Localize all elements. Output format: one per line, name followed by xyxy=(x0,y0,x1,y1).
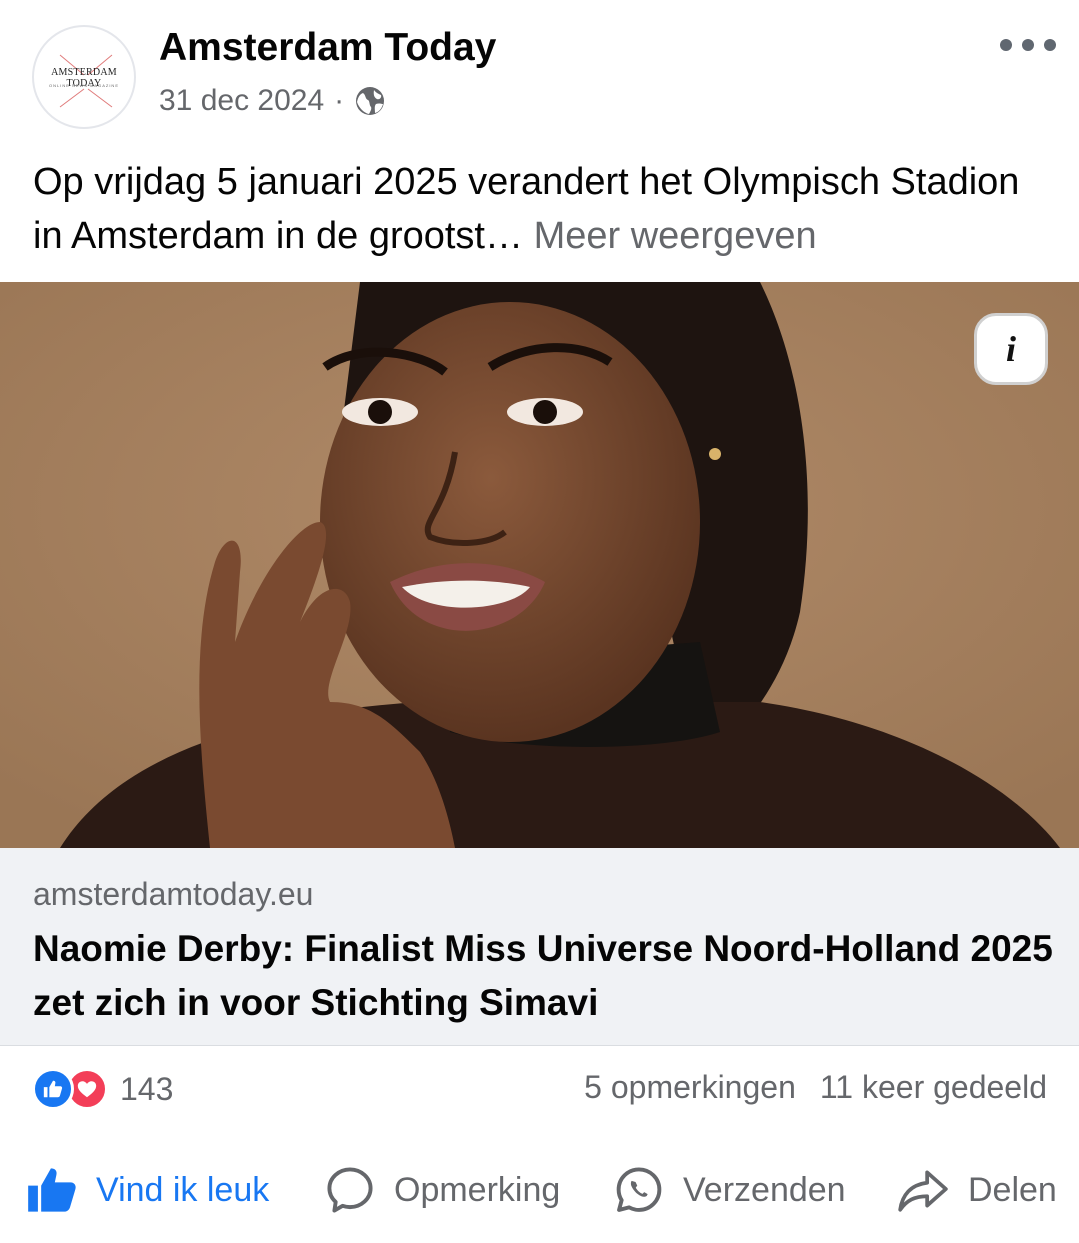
more-options-icon[interactable] xyxy=(1000,30,1056,60)
comment-button[interactable]: Opmerking xyxy=(324,1150,560,1230)
post-image[interactable] xyxy=(0,282,1079,848)
link-domain: amsterdamtoday.eu xyxy=(33,876,314,912)
reaction-count: 143 xyxy=(120,1070,174,1107)
post-meta: 31 dec 2024 · xyxy=(159,84,386,118)
send-button[interactable]: Verzenden xyxy=(613,1150,846,1230)
post-text: Op vrijdag 5 januari 2025 verandert het … xyxy=(33,155,1053,263)
avatar-logo-subtext: ONLINE NEWS MAGAZINE xyxy=(48,83,119,88)
divider xyxy=(0,1045,1079,1046)
comment-icon xyxy=(327,1167,373,1213)
share-label: Delen xyxy=(968,1170,1057,1209)
link-title[interactable]: Naomie Derby: Finalist Miss Universe Noo… xyxy=(33,922,1063,1030)
post-date[interactable]: 31 dec 2024 xyxy=(159,84,324,118)
reactions-summary[interactable]: 143 xyxy=(32,1067,173,1111)
engagement-stats: 5 opmerkingen 11 keer gedeeld xyxy=(584,1069,1047,1106)
share-icon xyxy=(898,1170,948,1212)
thumbs-up-icon xyxy=(28,1168,76,1212)
info-button[interactable]: i xyxy=(974,313,1048,385)
meta-separator: · xyxy=(334,84,345,117)
post-header: AMSTERDAM TODAY ONLINE NEWS MAGAZINE Ams… xyxy=(0,0,1079,150)
globe-icon xyxy=(356,87,385,115)
comment-count[interactable]: 5 opmerkingen xyxy=(584,1069,796,1106)
like-button[interactable]: Vind ik leuk xyxy=(26,1150,269,1230)
portrait-illustration xyxy=(0,282,1079,848)
like-label: Vind ik leuk xyxy=(96,1170,270,1209)
like-reaction-icon xyxy=(32,1068,74,1110)
see-more-link[interactable]: Meer weergeven xyxy=(534,215,817,257)
whatsapp-icon xyxy=(616,1167,662,1212)
post-body: Op vrijdag 5 januari 2025 verandert het … xyxy=(33,161,1020,257)
comment-label: Opmerking xyxy=(394,1170,561,1209)
share-button[interactable]: Delen xyxy=(896,1150,1057,1230)
action-bar: Vind ik leuk Opmerking Verzenden Delen xyxy=(0,1150,1079,1230)
send-label: Verzenden xyxy=(683,1170,846,1209)
share-count[interactable]: 11 keer gedeeld xyxy=(820,1069,1047,1106)
page-name[interactable]: Amsterdam Today xyxy=(159,26,496,70)
page-avatar[interactable]: AMSTERDAM TODAY ONLINE NEWS MAGAZINE xyxy=(32,25,136,129)
